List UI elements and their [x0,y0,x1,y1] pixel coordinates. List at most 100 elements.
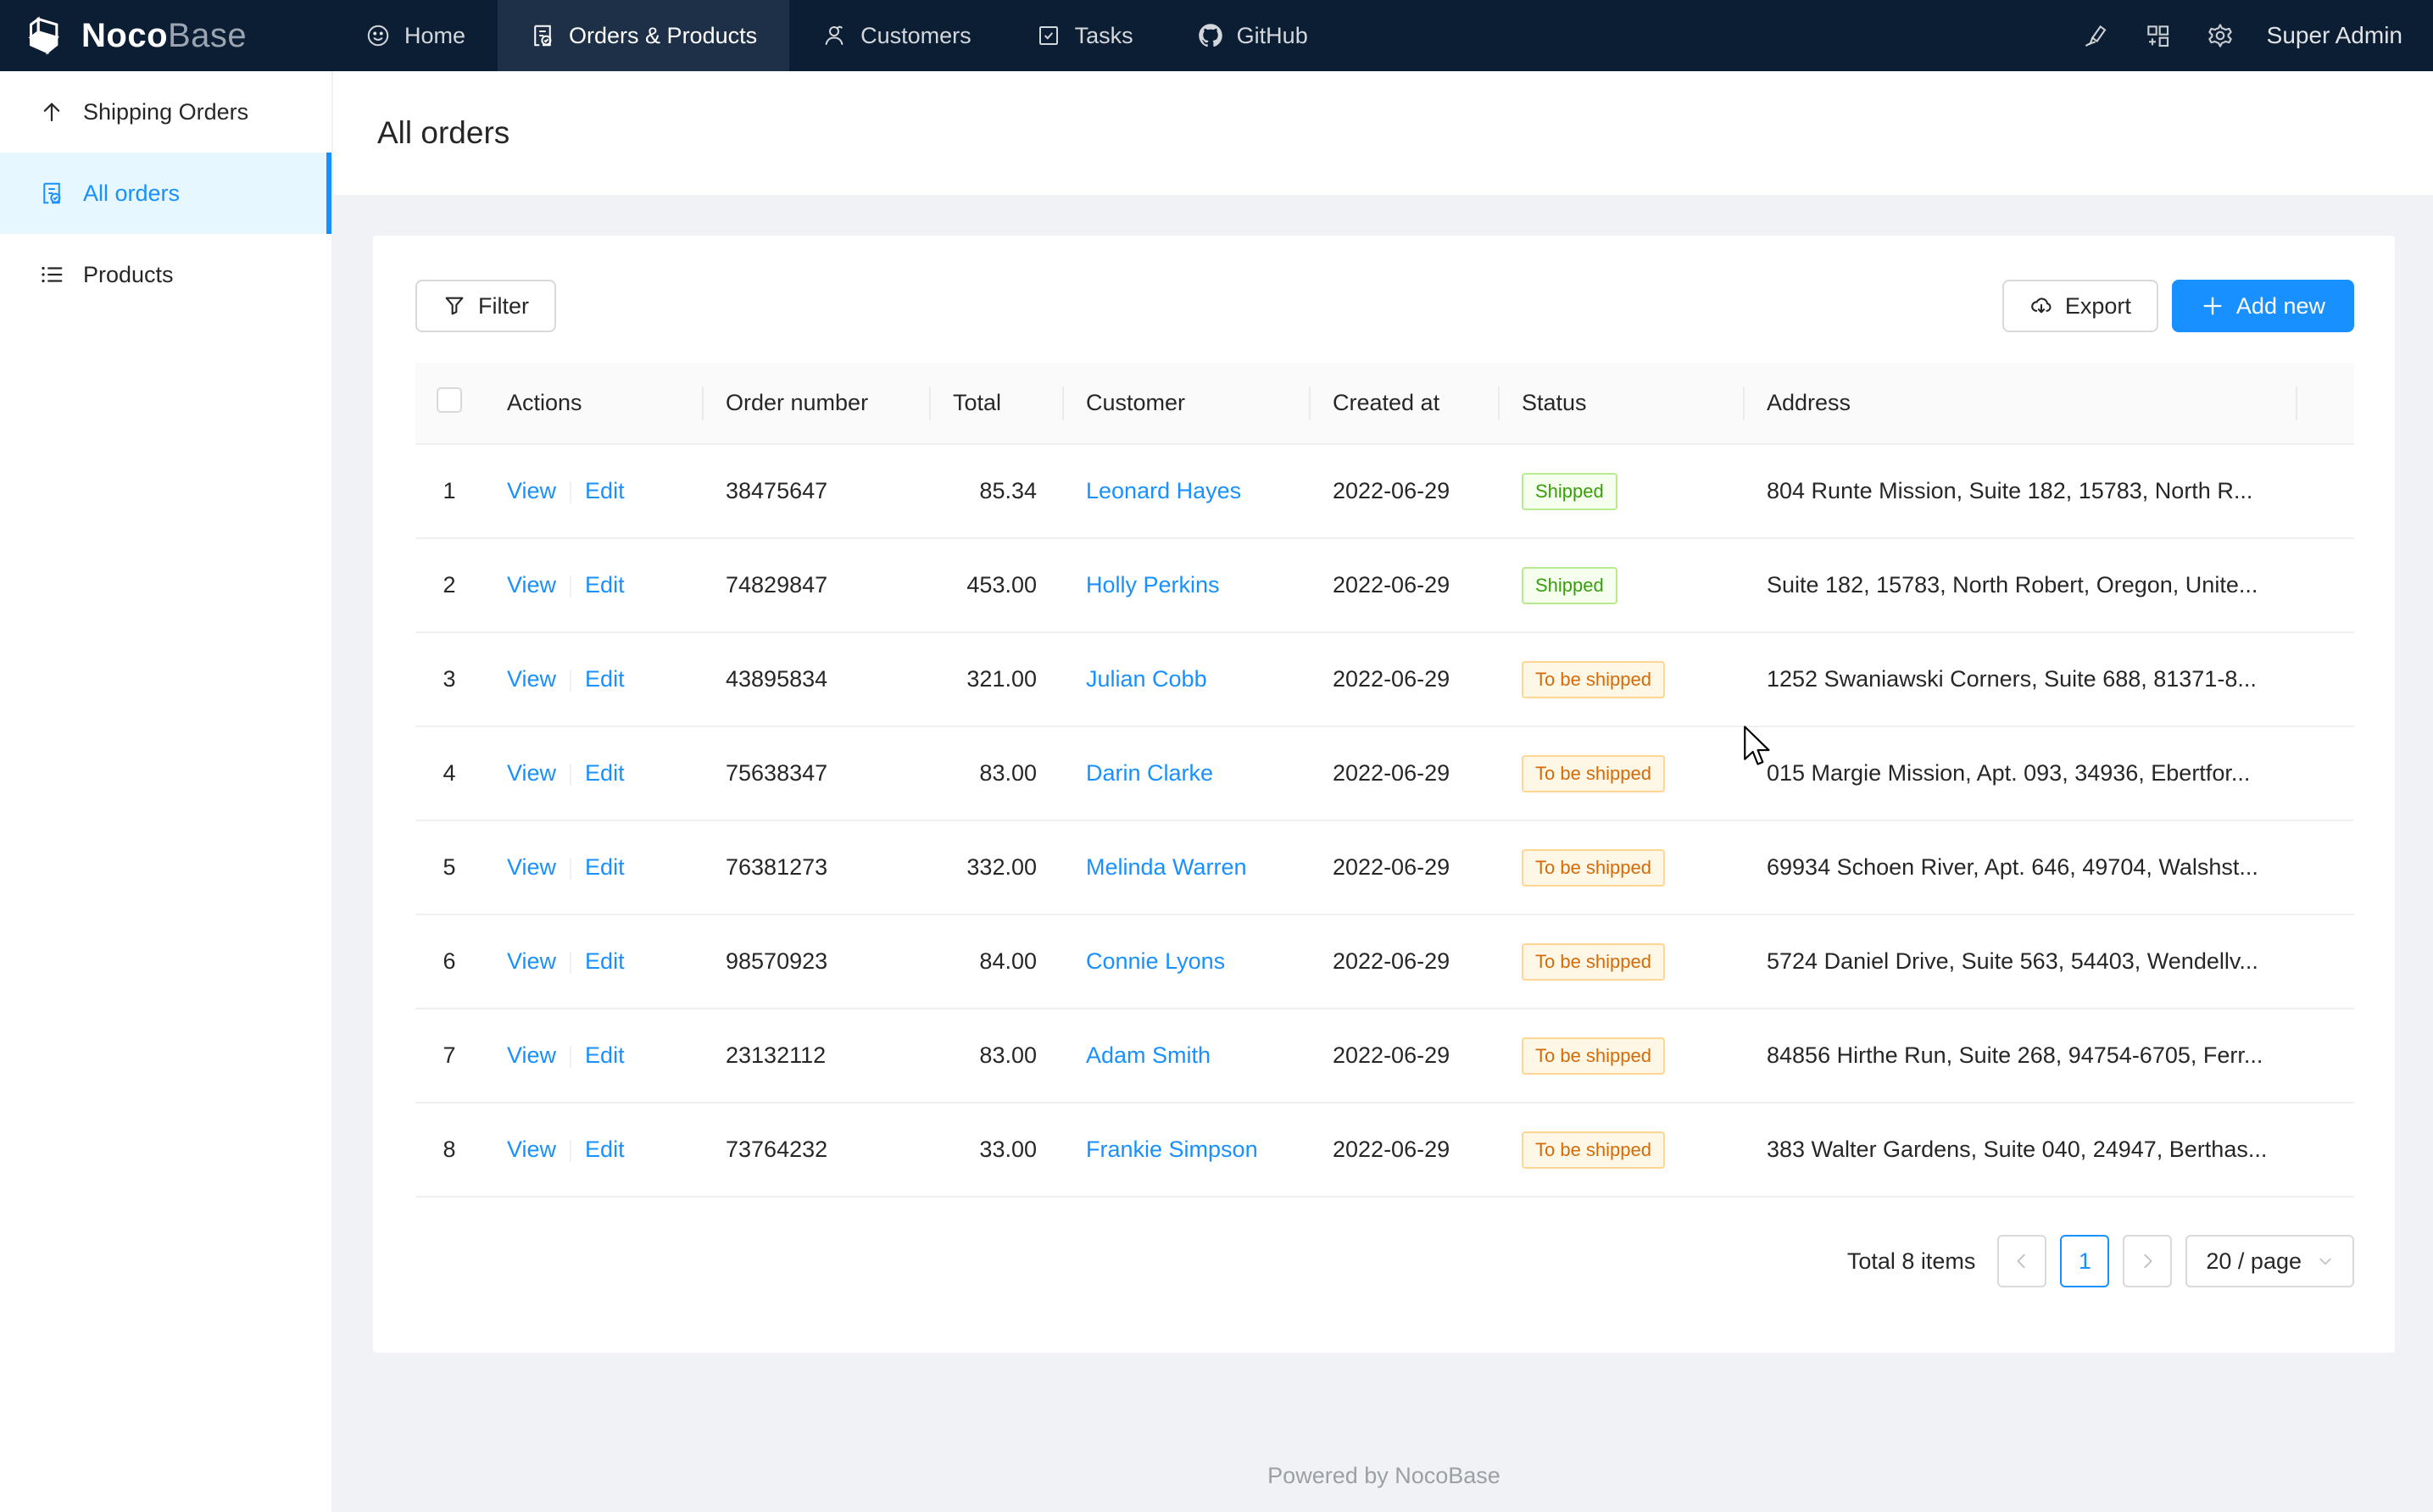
add-new-button-label: Add new [2236,293,2325,320]
customer-link[interactable]: Connie Lyons [1086,948,1225,974]
nav-item-github[interactable]: GitHub [1166,0,1340,71]
address-cell: 015 Margie Mission, Apt. 093, 34936, Ebe… [1743,726,2296,820]
order-number-cell: 23132112 [702,1009,929,1103]
customer-link[interactable]: Leonard Hayes [1086,478,1241,503]
status-cell: To be shipped [1498,1009,1743,1103]
created-at-cell: 2022-06-29 [1309,1009,1498,1103]
table-row: 5 ViewEdit 76381273 332.00 Melinda Warre… [415,820,2354,914]
spacer-cell [2296,1009,2354,1103]
address-cell: 1252 Swaniawski Corners, Suite 688, 8137… [1743,632,2296,726]
customer-link[interactable]: Julian Cobb [1086,666,1207,692]
add-new-button[interactable]: Add new [2172,280,2354,332]
customer-link[interactable]: Frankie Simpson [1086,1137,1258,1162]
edit-link[interactable]: Edit [585,1042,625,1068]
customer-cell: Holly Perkins [1062,538,1309,632]
export-button-label: Export [2065,293,2131,320]
created-at-cell: 2022-06-29 [1309,914,1498,1009]
view-link[interactable]: View [507,1042,556,1068]
status-badge: Shipped [1522,473,1617,510]
highlighter-button[interactable] [2063,0,2126,71]
spacer-cell [2296,538,2354,632]
nav-item-home[interactable]: Home [333,0,498,71]
sidebar-item-label: Products [83,262,174,288]
spacer-cell [2296,914,2354,1009]
status-badge: To be shipped [1522,1037,1665,1075]
settings-button[interactable] [2189,0,2252,71]
total-cell: 83.00 [929,726,1062,820]
address-cell: Suite 182, 15783, North Robert, Oregon, … [1743,538,2296,632]
status-badge: To be shipped [1522,849,1665,887]
top-nav: NocoBase Home Orders & Products Customer… [0,0,2433,71]
status-cell: To be shipped [1498,914,1743,1009]
nav-item-tasks[interactable]: Tasks [1004,0,1166,71]
checkbox-icon [1036,23,1061,48]
address-cell: 84856 Hirthe Run, Suite 268, 94754-6705,… [1743,1009,2296,1103]
column-header-order-number: Order number [702,363,929,444]
nav-item-orders-products[interactable]: Orders & Products [498,0,789,71]
action-divider [570,575,571,598]
address-cell: 383 Walter Gardens, Suite 040, 24947, Be… [1743,1103,2296,1197]
sidebar-item-products[interactable]: Products [0,234,331,315]
view-link[interactable]: View [507,1137,556,1162]
arrow-up-icon [39,99,64,125]
table-row: 3 ViewEdit 43895834 321.00 Julian Cobb 2… [415,632,2354,726]
nav-spacer [1340,0,2063,71]
page-header: All orders [333,71,2433,195]
view-link[interactable]: View [507,854,556,880]
plugin-manager-button[interactable] [2126,0,2189,71]
gear-icon [2207,22,2234,49]
edit-link[interactable]: Edit [585,666,625,692]
page-size-select[interactable]: 20 / page [2185,1235,2354,1287]
edit-link[interactable]: Edit [585,760,625,786]
total-cell: 83.00 [929,1009,1062,1103]
sidebar-item-shipping-orders[interactable]: Shipping Orders [0,71,331,153]
sidebar-item-all-orders[interactable]: All orders [0,153,331,234]
next-page-button[interactable] [2123,1235,2172,1287]
customer-link[interactable]: Melinda Warren [1086,854,1247,880]
chevron-right-icon [2138,1252,2157,1270]
blocks-plus-icon [2144,22,2171,49]
sidebar: Shipping Orders All orders Products [0,71,333,1512]
status-badge: Shipped [1522,567,1617,604]
toolbar: Filter Export [415,280,2354,332]
footer: Powered by NocoBase [373,1353,2395,1512]
nav-item-label: Customers [860,23,972,49]
customer-link[interactable]: Holly Perkins [1086,572,1220,598]
actions-cell: View Edit [483,914,702,1009]
logo-text-noco: Noco [81,17,168,55]
previous-page-button[interactable] [1997,1235,2046,1287]
current-page-button[interactable]: 1 [2060,1235,2109,1287]
status-cell: Shipped [1498,444,1743,538]
select-all-checkbox[interactable] [437,387,462,413]
edit-link[interactable]: Edit [585,478,625,503]
nocobase-logo[interactable]: NocoBase [0,0,333,71]
nav-item-customers[interactable]: Customers [789,0,1004,71]
user-menu[interactable]: Super Admin [2267,22,2402,49]
row-index-cell: 6 [415,914,483,1009]
customer-link[interactable]: Adam Smith [1086,1042,1211,1068]
address-cell: 69934 Schoen River, Apt. 646, 49704, Wal… [1743,820,2296,914]
edit-link[interactable]: Edit [585,572,625,598]
view-link[interactable]: View [507,572,556,598]
column-header-total: Total [929,363,1062,444]
export-button[interactable]: Export [2002,280,2158,332]
customer-link[interactable]: Darin Clarke [1086,760,1213,786]
action-divider [570,670,571,692]
edit-link[interactable]: Edit [585,854,625,880]
edit-link[interactable]: Edit [585,1137,625,1162]
edit-link[interactable]: Edit [585,948,625,974]
view-link[interactable]: View [507,478,556,503]
view-link[interactable]: View [507,760,556,786]
column-header-created-at: Created at [1309,363,1498,444]
view-link[interactable]: View [507,666,556,692]
nav-item-label: Home [404,23,465,49]
sidebar-item-label: All orders [83,181,180,207]
table-row: 4 ViewEdit 75638347 83.00 Darin Clarke 2… [415,726,2354,820]
main-area: All orders Filter [333,71,2433,1512]
status-cell: To be shipped [1498,820,1743,914]
filter-button[interactable]: Filter [415,280,556,332]
action-divider [570,858,571,880]
orders-card: Filter Export [373,236,2395,1353]
view-link[interactable]: View [507,948,556,974]
chevron-left-icon [2013,1252,2031,1270]
